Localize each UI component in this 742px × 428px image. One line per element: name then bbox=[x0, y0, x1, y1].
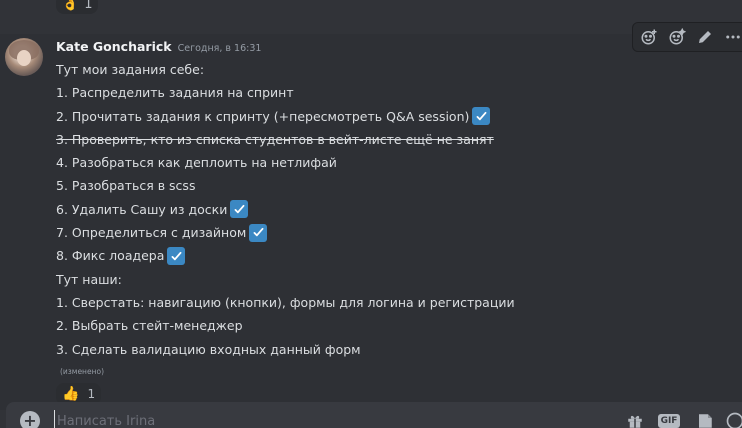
gif-icon[interactable]: GIF bbox=[657, 411, 681, 428]
reaction-count: 1 bbox=[84, 0, 93, 12]
edit-icon[interactable] bbox=[693, 25, 717, 49]
message-line-text: Тут наши: bbox=[56, 271, 122, 287]
message-line: 3. Сделать валидацию входных данный форм bbox=[56, 338, 656, 361]
gif-label: GIF bbox=[657, 414, 681, 428]
message-line: 8. Фикс лоадера bbox=[56, 244, 656, 267]
message-line: 5. Разобраться в scss bbox=[56, 174, 656, 197]
avatar[interactable] bbox=[5, 38, 43, 76]
message-line-text: 1. Распределить задания на спринт bbox=[56, 85, 294, 101]
edited-label: (изменено) bbox=[60, 367, 104, 376]
message-line: 2. Выбрать стейт-менеджер bbox=[56, 314, 656, 337]
message-line-text: 4. Разобраться как деплоить на нетлифай bbox=[56, 155, 337, 171]
ok-hand-emoji: 👌 bbox=[62, 0, 79, 12]
thumbs-up-emoji: 👍 bbox=[62, 386, 80, 402]
message-composer: + GIF bbox=[6, 402, 742, 428]
check-mark-icon bbox=[249, 223, 268, 242]
message-line-text: 6. Удалить Сашу из доски bbox=[56, 201, 228, 217]
more-icon[interactable] bbox=[721, 25, 742, 49]
message-line: 6. Удалить Сашу из доски bbox=[56, 198, 656, 221]
message-line-text: 3. Проверить, кто из списка студентов в … bbox=[56, 131, 494, 147]
upload-plus-icon[interactable]: + bbox=[20, 411, 40, 428]
check-mark-icon bbox=[230, 200, 249, 219]
message-line-text: 7. Определиться с дизайном bbox=[56, 225, 247, 241]
username[interactable]: Kate Goncharick bbox=[56, 39, 172, 54]
message-content: Тут мои задания себе: 1. Распределить зад… bbox=[56, 58, 656, 361]
message-line: Тут мои задания себе: bbox=[56, 58, 656, 81]
check-mark-icon bbox=[167, 247, 186, 266]
super-reaction-icon[interactable] bbox=[665, 25, 689, 49]
reaction-count: 1 bbox=[87, 387, 96, 401]
message-toolbar bbox=[632, 22, 742, 52]
message-line: 1. Распределить задания на спринт bbox=[56, 81, 656, 104]
gift-icon[interactable] bbox=[624, 411, 646, 428]
previous-message-reaction[interactable]: 👌 1 bbox=[56, 0, 99, 14]
check-mark-icon bbox=[472, 107, 491, 126]
emoji-icon[interactable] bbox=[724, 411, 742, 428]
sticker-icon[interactable] bbox=[694, 411, 716, 428]
timestamp: Сегодня, в 16:31 bbox=[177, 43, 262, 54]
message-line-text: 2. Прочитать задания к спринту (+пересмо… bbox=[56, 108, 470, 124]
message-line-text: 3. Сделать валидацию входных данный форм bbox=[56, 341, 361, 357]
message-line-text: Тут мои задания себе: bbox=[56, 62, 205, 77]
message-line: 3. Проверить, кто из списка студентов в … bbox=[56, 128, 656, 151]
chat-view: 👌 1 Kate Goncharick Сегодня, в 16:31 Тут… bbox=[0, 0, 742, 428]
add-reaction-icon[interactable] bbox=[637, 25, 661, 49]
message-line-text: 8. Фикс лоадера bbox=[56, 248, 165, 264]
message-line: 1. Сверстать: навигацию (кнопки), формы … bbox=[56, 291, 656, 314]
message-input[interactable] bbox=[54, 410, 494, 428]
message-line: 4. Разобраться как деплоить на нетлифай bbox=[56, 151, 656, 174]
message-line: 7. Определиться с дизайном bbox=[56, 221, 656, 244]
message-line-text: 2. Выбрать стейт-менеджер bbox=[56, 318, 243, 334]
message-line: 2. Прочитать задания к спринту (+пересмо… bbox=[56, 105, 656, 128]
message-header: Kate Goncharick Сегодня, в 16:31 bbox=[56, 39, 261, 54]
message-line-text: 1. Сверстать: навигацию (кнопки), формы … bbox=[56, 294, 515, 310]
message-line-text: 5. Разобраться в scss bbox=[56, 178, 196, 194]
message-line: Тут наши: bbox=[56, 268, 656, 291]
